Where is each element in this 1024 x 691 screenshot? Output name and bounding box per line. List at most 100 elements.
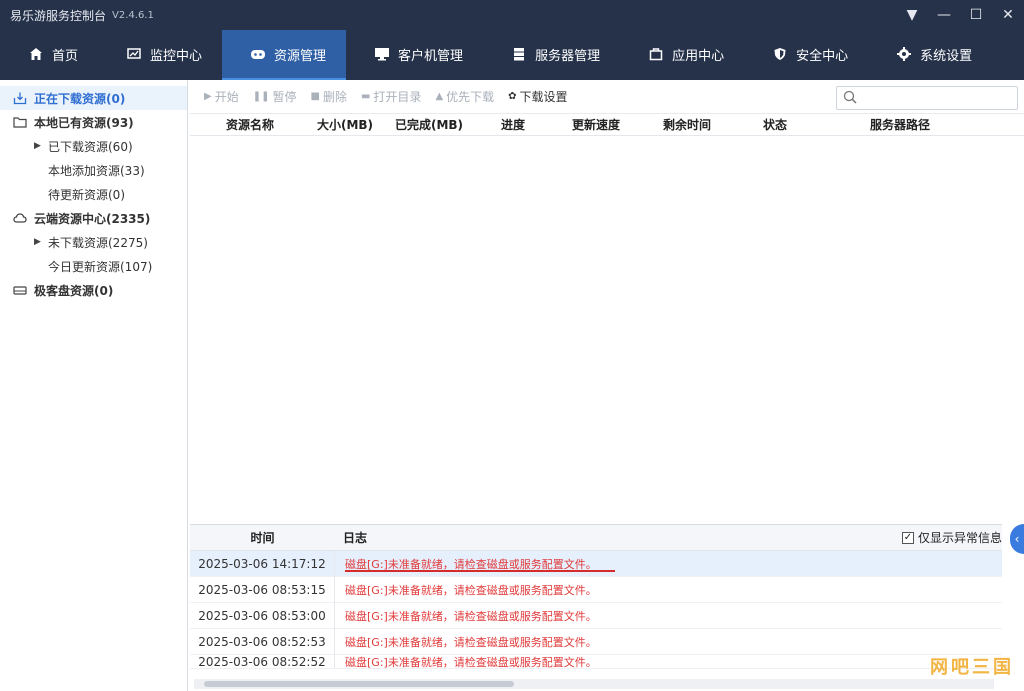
abnormal-only-checkbox[interactable]: ✓ <box>901 531 914 544</box>
pause-icon: ❚❚ <box>252 91 270 102</box>
minimize-button[interactable]: — <box>928 0 960 30</box>
window-controls: ▼ — ☐ ✕ <box>896 0 1024 30</box>
expand-caret-icon[interactable]: ▶ <box>34 141 44 151</box>
log-row[interactable]: 2025-03-06 14:17:12 磁盘[G:]未准备就绪，请检查磁盘或服务… <box>190 550 1002 577</box>
button-label: 删除 <box>322 90 347 104</box>
server-icon <box>511 46 527 62</box>
main-nav: 首页 监控中心 资源管理 客户机管理 服务器管理 应用中心 安全中心 系统设置 <box>0 30 1024 80</box>
tree-item-label: 待更新资源(0) <box>48 187 125 202</box>
tree-item-cloud-today[interactable]: 今日更新资源(107) <box>0 254 187 278</box>
play-icon: ▶ <box>204 91 212 102</box>
nav-item-monitor[interactable]: 监控中心 <box>98 30 222 78</box>
nav-item-clients[interactable]: 客户机管理 <box>346 30 483 78</box>
nav-label: 资源管理 <box>274 48 327 64</box>
start-button[interactable]: ▶ 开始 <box>198 85 245 109</box>
tree-item-local-added[interactable]: 本地添加资源(33) <box>0 158 187 182</box>
nav-label: 首页 <box>52 48 79 64</box>
nav-item-apps[interactable]: 应用中心 <box>620 30 744 78</box>
button-label: 下载设置 <box>519 90 568 104</box>
col-size[interactable]: 大小(MB) <box>310 116 380 133</box>
cloud-icon <box>12 210 28 226</box>
log-panel: 时间 日志 ✓ 仅显示异常信息 2025-03-06 14:17:12 磁盘[G… <box>190 524 1002 691</box>
tree-item-label: 本地已有资源(93) <box>34 115 134 130</box>
log-time: 2025-03-06 08:52:52 <box>190 655 335 668</box>
nav-item-servers[interactable]: 服务器管理 <box>483 30 620 78</box>
tree-item-local[interactable]: 本地已有资源(93) <box>0 110 187 134</box>
log-row[interactable]: 2025-03-06 08:52:53 磁盘[G:]未准备就绪，请检查磁盘或服务… <box>190 628 1002 655</box>
filter-label: 仅显示异常信息 <box>917 531 1002 545</box>
close-button[interactable]: ✕ <box>992 0 1024 30</box>
tree-item-label: 本地添加资源(33) <box>48 163 145 178</box>
tree-item-local-downloaded[interactable]: ▶ 已下载资源(60) <box>0 134 187 158</box>
log-row[interactable]: 2025-03-06 08:53:15 磁盘[G:]未准备就绪，请检查磁盘或服务… <box>190 576 1002 603</box>
col-speed[interactable]: 更新速度 <box>548 116 644 133</box>
app-title: 易乐游服务控制台 <box>10 8 107 23</box>
log-time: 2025-03-06 08:52:53 <box>190 628 335 655</box>
col-remaining[interactable]: 剩余时间 <box>644 116 730 133</box>
maximize-button[interactable]: ☐ <box>960 0 992 30</box>
log-horizontal-scrollbar[interactable] <box>194 679 994 689</box>
log-message: 磁盘[G:]未准备就绪，请检查磁盘或服务配置文件。 <box>345 635 597 649</box>
gear-icon: ✿ <box>508 91 517 102</box>
col-server-path[interactable]: 服务器路径 <box>820 116 980 133</box>
delete-button[interactable]: ■ 删除 <box>305 85 353 109</box>
nav-item-security[interactable]: 安全中心 <box>744 30 868 78</box>
log-col-time: 时间 <box>250 531 275 545</box>
nav-item-settings[interactable]: 系统设置 <box>868 30 992 78</box>
priority-download-button[interactable]: ▲ 优先下载 <box>429 85 500 109</box>
nav-label: 应用中心 <box>672 48 725 64</box>
col-completed[interactable]: 已完成(MB) <box>380 116 478 133</box>
download-tray-icon <box>12 90 28 106</box>
expand-caret-icon[interactable]: ▶ <box>34 237 44 247</box>
pause-button[interactable]: ❚❚ 暂停 <box>247 85 303 109</box>
download-settings-button[interactable]: ✿ 下载设置 <box>502 85 573 109</box>
watermark: 网吧三国 <box>930 657 1014 678</box>
chevron-left-icon: ‹ <box>1014 532 1020 546</box>
nav-item-home[interactable]: 首页 <box>0 30 98 78</box>
app-box-icon <box>648 46 664 62</box>
resource-tree: 正在下载资源(0) 本地已有资源(93) ▶ 已下载资源(60) 本地添加资源(… <box>0 80 188 691</box>
shield-icon <box>772 46 788 62</box>
nav-label: 安全中心 <box>796 48 849 64</box>
folder-icon <box>12 114 28 130</box>
abnormal-only-filter[interactable]: ✓ 仅显示异常信息 <box>901 529 1002 546</box>
button-label: 暂停 <box>272 90 297 104</box>
client-monitor-icon <box>374 46 390 62</box>
search-input[interactable] <box>863 91 1013 105</box>
button-label: 开始 <box>214 90 239 104</box>
scrollbar-thumb[interactable] <box>204 681 514 687</box>
tree-item-local-pending[interactable]: 待更新资源(0) <box>0 182 187 206</box>
nav-label: 服务器管理 <box>535 48 601 64</box>
search-box[interactable] <box>836 86 1018 110</box>
tree-item-label: 正在下载资源(0) <box>34 91 126 106</box>
nav-item-resources[interactable]: 资源管理 <box>222 30 347 80</box>
tree-item-label: 云端资源中心(2335) <box>34 211 151 226</box>
tree-item-cloud-not-downloaded[interactable]: ▶ 未下载资源(2275) <box>0 230 187 254</box>
trash-icon: ■ <box>310 91 320 102</box>
menu-dropdown-icon[interactable]: ▼ <box>896 0 928 30</box>
log-row[interactable]: 2025-03-06 08:52:52 磁盘[G:]未准备就绪，请检查磁盘或服务… <box>190 655 1002 669</box>
main-panel: ▶ 开始 ❚❚ 暂停 ■ 删除 ▬ 打开目录 ▲ 优先下载 ✿ 下载设置 资源名称 大小(M… <box>190 80 1024 691</box>
log-row[interactable]: 2025-03-06 08:53:00 磁盘[G:]未准备就绪，请检查磁盘或服务… <box>190 602 1002 629</box>
button-label: 优先下载 <box>446 90 495 104</box>
tree-item-cloud[interactable]: 云端资源中心(2335) <box>0 206 187 230</box>
tree-item-label: 今日更新资源(107) <box>48 259 153 274</box>
log-col-log: 日志 <box>343 531 368 545</box>
home-icon <box>28 46 44 62</box>
tree-item-downloading[interactable]: 正在下载资源(0) <box>0 86 187 110</box>
title-bar: 易乐游服务控制台 V2.4.6.1 ▼ — ☐ ✕ <box>0 0 1024 30</box>
col-progress[interactable]: 进度 <box>478 116 548 133</box>
button-label: 打开目录 <box>373 90 422 104</box>
open-directory-button[interactable]: ▬ 打开目录 <box>355 85 427 109</box>
tree-item-ssd[interactable]: 极客盘资源(0) <box>0 278 187 302</box>
log-time: 2025-03-06 08:53:00 <box>190 602 335 629</box>
toolbar: ▶ 开始 ❚❚ 暂停 ■ 删除 ▬ 打开目录 ▲ 优先下载 ✿ 下载设置 <box>190 80 1024 114</box>
tree-item-label: 已下载资源(60) <box>48 139 133 154</box>
col-status[interactable]: 状态 <box>730 116 820 133</box>
col-resource-name[interactable]: 资源名称 <box>190 116 310 133</box>
monitor-chart-icon <box>126 46 142 62</box>
resource-table-body <box>190 136 1024 540</box>
log-message-wrap: 磁盘[G:]未准备就绪，请检查磁盘或服务配置文件。 <box>335 556 615 572</box>
log-header: 时间 日志 ✓ 仅显示异常信息 <box>190 525 1002 551</box>
log-time: 2025-03-06 14:17:12 <box>190 550 335 577</box>
